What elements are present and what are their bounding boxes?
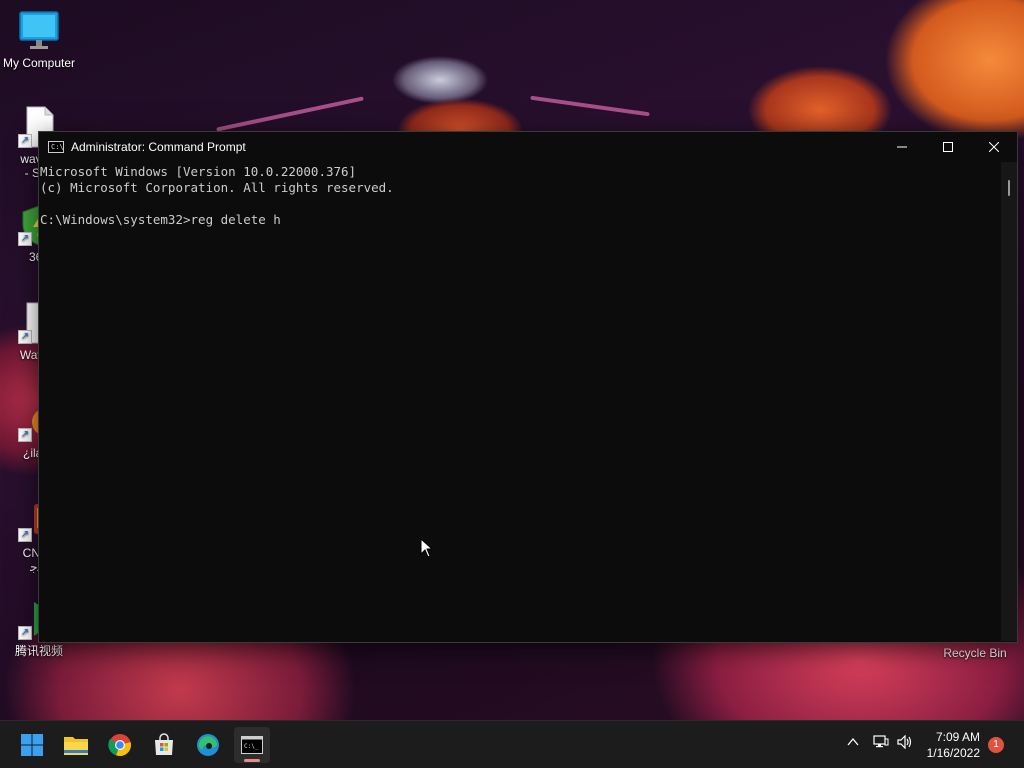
console-command-line[interactable]: C:\Windows\system32>reg delete h (40, 212, 1001, 228)
desktop-icon-my-computer[interactable]: My Computer (0, 10, 79, 70)
vertical-scrollbar[interactable] (1001, 162, 1017, 641)
shortcut-arrow-icon: ↗ (18, 232, 32, 246)
window-titlebar[interactable]: C:\ Administrator: Command Prompt (39, 132, 1017, 162)
maximize-button[interactable] (925, 132, 971, 162)
store-icon (155, 733, 173, 755)
console-output[interactable]: Microsoft Windows [Version 10.0.22000.37… (39, 162, 1001, 641)
speaker-icon (897, 734, 912, 750)
chrome-button[interactable] (102, 727, 138, 763)
console-line: (c) Microsoft Corporation. All rights re… (40, 180, 394, 195)
microsoft-store-button[interactable] (146, 727, 182, 763)
scrollbar-thumb[interactable] (1008, 180, 1010, 196)
network-button[interactable] (873, 735, 889, 752)
chrome-icon (108, 734, 131, 757)
folder-icon (64, 737, 88, 755)
terminal-icon: C:\_ (241, 736, 263, 754)
chevron-up-icon (847, 737, 859, 746)
shortcut-arrow-icon: ↗ (18, 528, 32, 542)
edge-icon (197, 734, 219, 756)
show-hidden-icons-button[interactable] (846, 735, 860, 752)
desktop-icon-recycle-bin[interactable]: Recycle Bin (935, 646, 1015, 660)
notification-badge[interactable]: 1 (988, 737, 1004, 753)
active-app-indicator (244, 759, 260, 762)
desktop-icon-label: 腾讯视频 (14, 644, 63, 658)
clock-date: 1/16/2022 (926, 746, 980, 760)
command-prompt-taskbar-button[interactable]: C:\_ (234, 727, 270, 763)
edge-button[interactable] (190, 727, 226, 763)
minimize-icon (897, 146, 907, 148)
svg-text:C:\_: C:\_ (244, 743, 259, 750)
console-line-blank: ​ (40, 196, 1001, 212)
desktop-icon-label: My Computer (2, 56, 76, 70)
file-explorer-button[interactable] (58, 727, 94, 763)
clock-time: 7:09 AM (935, 730, 980, 744)
shortcut-arrow-icon: ↗ (18, 428, 32, 442)
window-title: Administrator: Command Prompt (71, 140, 246, 154)
shortcut-arrow-icon: ↗ (18, 626, 32, 640)
network-icon (873, 735, 889, 748)
terminal-icon: C:\ (48, 141, 64, 153)
start-button[interactable] (14, 727, 50, 763)
taskbar: C:\_ 7:09 AM 1/16/2022 1 (0, 720, 1024, 768)
console-line: Microsoft Windows [Version 10.0.22000.37… (40, 164, 357, 179)
command-prompt-window[interactable]: C:\ Administrator: Command Prompt Micros… (38, 131, 1018, 643)
shortcut-arrow-icon: ↗ (18, 330, 32, 344)
volume-button[interactable] (897, 734, 913, 752)
shortcut-arrow-icon: ↗ (18, 134, 32, 148)
desktop-icon-label: Recycle Bin (943, 646, 1007, 660)
taskbar-clock[interactable]: 7:09 AM 1/16/2022 (927, 729, 980, 761)
windows-logo-icon (21, 734, 43, 756)
wallpaper-streak (530, 95, 650, 117)
close-icon (989, 142, 999, 152)
wallpaper-streak (216, 96, 364, 132)
monitor-icon (18, 10, 60, 52)
maximize-icon (943, 142, 953, 152)
minimize-button[interactable] (879, 132, 925, 162)
close-button[interactable] (971, 132, 1017, 162)
